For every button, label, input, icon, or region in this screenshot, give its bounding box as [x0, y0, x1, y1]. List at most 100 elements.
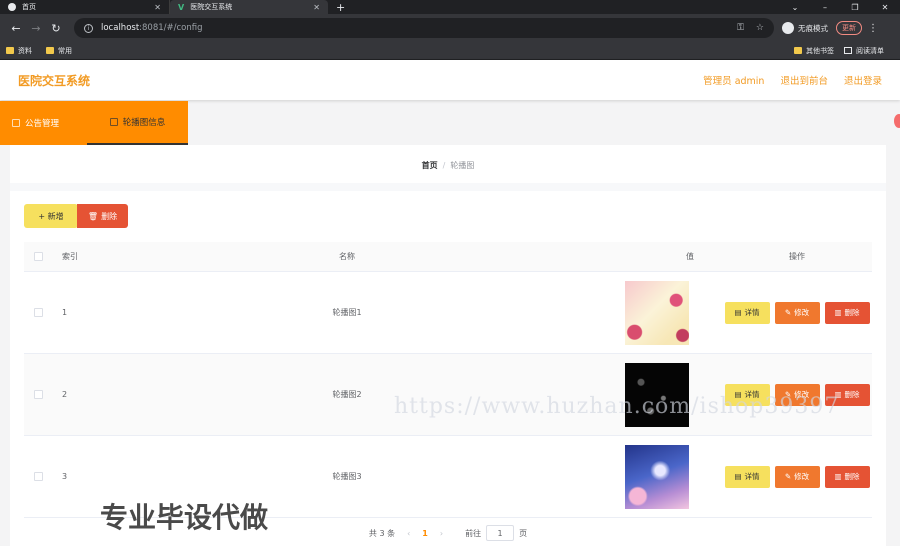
tab-search-icon[interactable]: ⌄ [780, 3, 810, 12]
prev-page-icon[interactable]: ‹ [407, 529, 410, 538]
bookmarks-bar: 资料 常用 其他书签 阅读清单 [0, 42, 900, 60]
watermark: https://www.huzhan.com/ishop39397 [394, 394, 840, 419]
app-header: 医院交互系统 管理员 admin 退出到前台 退出登录 [0, 60, 900, 100]
header-index: 索引 [62, 252, 78, 261]
restore-icon[interactable]: ❐ [840, 3, 870, 12]
breadcrumb-current: 轮播图 [450, 161, 475, 170]
delete-label: 删除 [844, 390, 860, 399]
carousel-image[interactable] [625, 444, 689, 509]
add-button-label: + 新增 [38, 211, 64, 221]
row-name: 轮播图1 [332, 308, 362, 317]
key-icon[interactable]: ⚿ [737, 23, 744, 33]
edit-button[interactable]: ✎ 修改 [774, 301, 820, 324]
divider [10, 183, 886, 191]
table-row: 1 轮播图1 ▤ 详情 ✎ 修改 ▥ 删除 [24, 272, 872, 354]
back-to-front-link[interactable]: 退出到前台 [780, 73, 828, 87]
edit-icon: ✎ [784, 308, 792, 317]
user-label: 管理员 admin [703, 76, 765, 87]
select-all-checkbox[interactable] [33, 252, 43, 261]
browser-tab-home[interactable]: 首页 ✕ [0, 0, 170, 14]
row-checkbox[interactable] [33, 390, 43, 399]
bookmark-label: 资料 [18, 46, 32, 55]
trash-icon: 🗑︎ [87, 211, 99, 221]
window-controls: ⌄ – ❐ ✕ [780, 0, 900, 14]
minimize-icon[interactable]: – [810, 3, 840, 12]
main-content: 首页 / 轮播图 + 新增 🗑︎ 删除 索引 名称 值 操作 1 轮播图1 ▤ 详情 ✎… [10, 145, 886, 546]
delete-label: 删除 [844, 472, 860, 481]
menu-item-label: 公告管理 [25, 119, 60, 129]
header-name: 名称 [339, 252, 355, 261]
next-page-icon[interactable]: › [440, 529, 443, 538]
url-input[interactable]: i localhost:8081/#/config ⚿ ☆ [74, 18, 774, 38]
new-tab-button[interactable]: + [328, 0, 353, 14]
detail-label: 详情 [744, 472, 760, 481]
other-bookmarks[interactable]: 其他书签 [794, 46, 834, 56]
detail-button[interactable]: ▤ 详情 [724, 301, 770, 324]
row-checkbox[interactable] [33, 308, 43, 317]
document-icon: ▤ [734, 308, 742, 317]
header-value: 值 [686, 252, 694, 261]
browser-tab-active[interactable]: V 医院交互系统 ✕ [170, 0, 328, 14]
row-checkbox[interactable] [33, 472, 43, 481]
reading-list[interactable]: 阅读清单 [844, 46, 884, 56]
delete-button[interactable]: ▥ 删除 [824, 465, 870, 488]
bookmark-folder[interactable]: 常用 [46, 46, 72, 56]
edit-label: 修改 [794, 308, 810, 317]
carousel-image[interactable] [625, 280, 689, 345]
forward-icon[interactable]: → [26, 22, 46, 35]
goto-page-input[interactable] [486, 525, 515, 541]
menu-item-notice[interactable]: 公告管理 [0, 101, 87, 145]
bookmark-label: 阅读清单 [856, 46, 884, 55]
globe-icon [8, 3, 16, 11]
breadcrumb: 首页 / 轮播图 [10, 160, 886, 171]
data-table: 索引 名称 值 操作 1 轮播图1 ▤ 详情 ✎ 修改 ▥ 删除 2 轮播图2 ▤ 详情… [24, 242, 872, 518]
edit-button[interactable]: ✎ 修改 [774, 465, 820, 488]
url-path: :8081/#/config [139, 23, 203, 33]
row-name: 轮播图3 [332, 472, 362, 481]
folder-icon [794, 47, 802, 54]
row-index: 3 [62, 472, 68, 481]
close-icon[interactable]: ✕ [313, 3, 320, 12]
pagination-total: 共 3 条 [368, 528, 396, 538]
menu-item-carousel[interactable]: 轮播图信息 [87, 101, 188, 145]
top-menu: 公告管理 轮播图信息 [0, 101, 188, 145]
delete-button[interactable]: ▥ 删除 [824, 301, 870, 324]
logout-link[interactable]: 退出登录 [844, 73, 882, 87]
breadcrumb-home[interactable]: 首页 [422, 161, 438, 170]
folder-icon [46, 47, 54, 54]
header-ops: 操作 [789, 252, 805, 261]
document-icon: ▤ [734, 472, 742, 481]
profile-label: 无痕模式 [798, 23, 828, 33]
batch-delete-button[interactable]: 🗑︎ 删除 [77, 204, 128, 228]
detail-label: 详情 [744, 308, 760, 317]
chart-icon [109, 118, 118, 126]
delete-label: 删除 [844, 308, 860, 317]
close-icon[interactable]: ✕ [154, 3, 161, 12]
notice-icon [12, 119, 20, 127]
floating-button[interactable] [894, 114, 900, 128]
trash-icon: ▥ [834, 472, 842, 481]
bookmark-label: 其他书签 [806, 46, 834, 55]
page-number[interactable]: 1 [422, 529, 428, 538]
profile-button[interactable]: 无痕模式 [782, 22, 828, 34]
table-header: 索引 名称 值 操作 [24, 242, 872, 272]
detail-button[interactable]: ▤ 详情 [724, 465, 770, 488]
tab-title: 医院交互系统 [190, 3, 233, 11]
star-icon[interactable]: ☆ [756, 23, 764, 33]
row-index: 1 [62, 308, 68, 317]
row-index: 2 [62, 390, 68, 399]
app-title: 医院交互系统 [18, 73, 91, 88]
menu-icon[interactable]: ⋮ [868, 23, 878, 34]
page-unit-label: 页 [519, 528, 528, 538]
close-window-icon[interactable]: ✕ [870, 3, 900, 12]
edit-icon: ✎ [784, 472, 792, 481]
trash-icon: ▥ [834, 308, 842, 317]
back-icon[interactable]: ← [6, 22, 26, 35]
reload-icon[interactable]: ↻ [46, 22, 66, 35]
info-icon[interactable]: i [84, 23, 93, 33]
add-button[interactable]: + 新增 [24, 204, 78, 228]
url-host: localhost [101, 23, 140, 33]
breadcrumb-separator: / [442, 161, 446, 170]
bookmark-folder[interactable]: 资料 [6, 46, 32, 56]
update-button[interactable]: 更新 [836, 21, 862, 35]
